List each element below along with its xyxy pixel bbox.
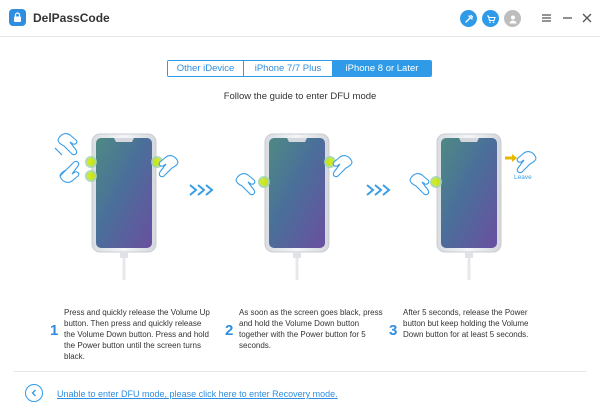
user-icon[interactable] — [504, 10, 521, 27]
back-arrow-icon — [31, 389, 36, 397]
guide-title: Follow the guide to enter DFU mode — [223, 91, 377, 102]
hand-icon — [409, 173, 430, 196]
title-divider — [0, 36, 600, 37]
chevrons-icon — [189, 184, 214, 196]
hand-icon — [59, 160, 80, 183]
step-2-text: As soon as the screen goes black, press … — [239, 308, 383, 350]
tools-icon[interactable] — [460, 10, 477, 27]
app-title: DelPassCode — [33, 11, 110, 25]
chevrons-icon — [366, 184, 391, 196]
minimize-icon[interactable] — [560, 10, 574, 26]
phone-step-1 — [85, 133, 163, 281]
phone-step-3 — [430, 133, 502, 281]
menu-icon[interactable] — [539, 10, 553, 26]
recovery-mode-link[interactable]: Unable to enter DFU mode, please click h… — [57, 389, 338, 399]
tab-other-idevice[interactable]: Other iDevice — [168, 61, 244, 76]
step-1-text: Press and quickly release the Volume Up … — [64, 308, 210, 361]
hand-icon — [57, 133, 78, 156]
hand-icon — [516, 151, 537, 174]
dfu-illustration: Leave — [0, 110, 600, 290]
step-3-number: 3 — [389, 322, 398, 339]
leave-label: Leave — [514, 174, 532, 181]
step-2-number: 2 — [225, 322, 234, 339]
hand-icon — [235, 173, 256, 196]
close-icon[interactable] — [580, 10, 594, 26]
device-tabs: Other iDevice iPhone 7/7 Plus iPhone 8 o… — [167, 60, 432, 77]
step-1-number: 1 — [50, 322, 59, 339]
footer-divider — [14, 371, 586, 372]
tab-iphone-8-or-later[interactable]: iPhone 8 or Later — [333, 61, 431, 76]
step-3-text: After 5 seconds, release the Power butto… — [403, 308, 529, 339]
back-button[interactable] — [25, 384, 43, 402]
hand-icon — [332, 155, 353, 178]
title-bar: DelPassCode — [0, 0, 600, 36]
phone-step-2 — [258, 133, 336, 281]
cart-icon[interactable] — [482, 10, 499, 27]
tab-iphone-7[interactable]: iPhone 7/7 Plus — [244, 61, 333, 76]
app-logo-icon — [9, 9, 26, 26]
